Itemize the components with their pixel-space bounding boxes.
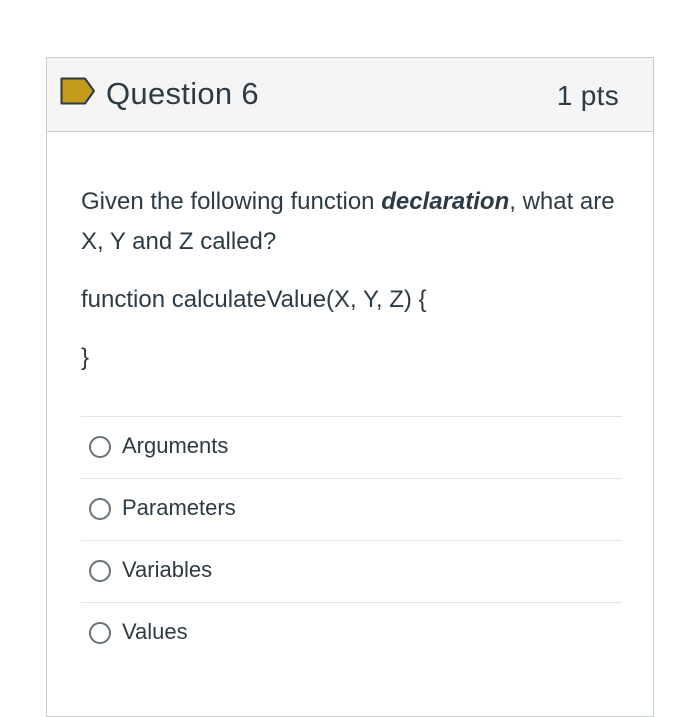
answer-label[interactable]: Parameters — [122, 493, 236, 523]
radio-button[interactable] — [89, 436, 111, 458]
answer-label[interactable]: Variables — [122, 555, 212, 585]
question-points: 1 pts — [556, 80, 619, 111]
answer-label[interactable]: Arguments — [122, 431, 228, 461]
answer-list: Arguments Parameters Variables Values — [81, 416, 622, 664]
question-text-before: Given the following function — [81, 188, 382, 215]
question-text: Given the following function declaration… — [81, 182, 621, 262]
answer-option-parameters[interactable]: Parameters — [81, 478, 622, 540]
answer-option-arguments[interactable]: Arguments — [81, 416, 622, 478]
answer-label[interactable]: Values — [122, 617, 188, 647]
code-line-1: function calculateValue(X, Y, Z) { — [81, 286, 427, 313]
radio-button[interactable] — [89, 560, 111, 582]
bookmark-flag-icon[interactable] — [60, 77, 96, 105]
code-line-2: } — [81, 344, 90, 371]
radio-button[interactable] — [89, 498, 111, 520]
question-card: Question 6 1 pts Given the following fun… — [46, 57, 654, 717]
answer-option-values[interactable]: Values — [81, 602, 622, 664]
radio-button[interactable] — [89, 622, 111, 644]
question-text-emphasis: declaration — [381, 188, 510, 215]
question-title: Question 6 — [106, 76, 259, 111]
answer-option-variables[interactable]: Variables — [81, 540, 622, 602]
question-header: Question 6 1 pts — [47, 58, 653, 132]
